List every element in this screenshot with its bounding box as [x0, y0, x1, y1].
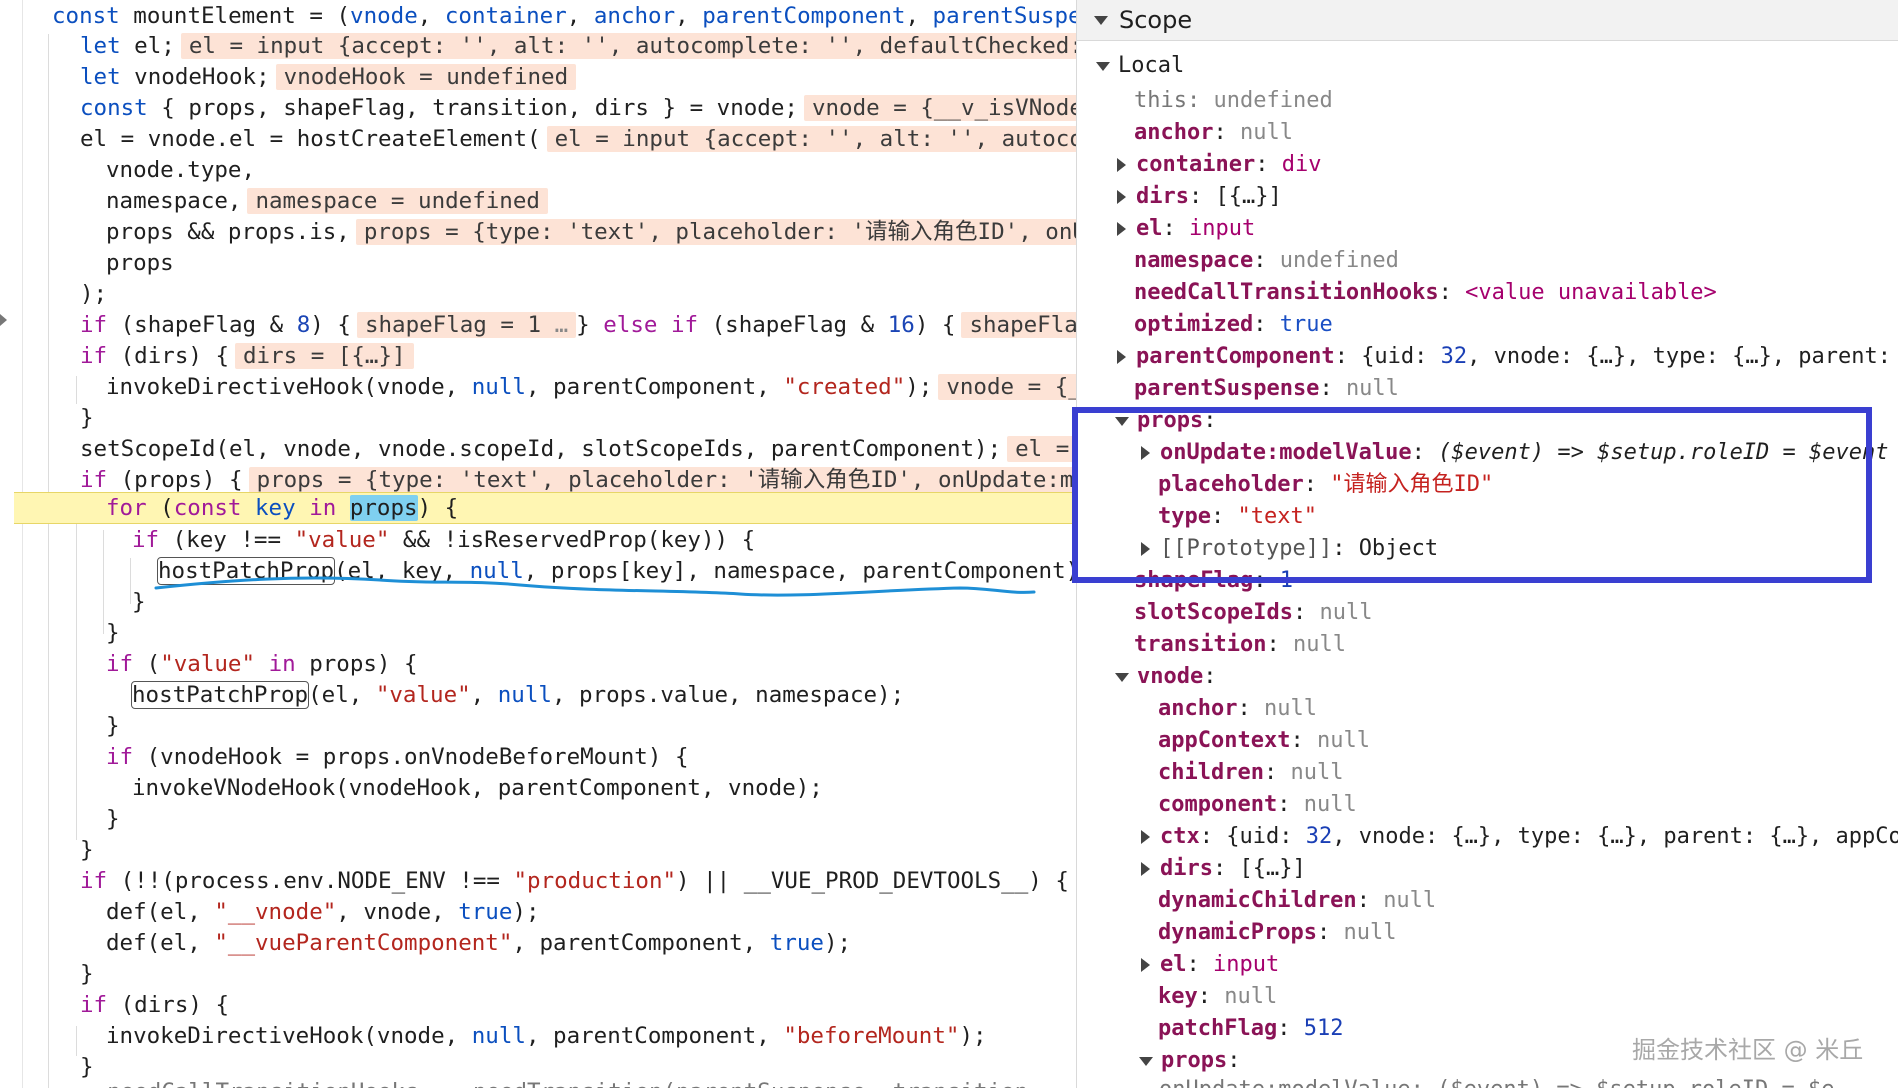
scope-var-row[interactable]: el: input — [1141, 949, 1279, 981]
chevron-right-icon[interactable] — [1141, 830, 1150, 844]
scope-var-row[interactable]: this: undefined — [1134, 85, 1333, 117]
scope-var-row[interactable]: shapeFlag: 1 — [1134, 565, 1293, 597]
chevron-right-icon[interactable] — [1141, 958, 1150, 972]
chevron-down-icon[interactable] — [1115, 672, 1129, 682]
scope-var-row[interactable]: anchor: null — [1134, 117, 1293, 149]
watermark: 掘金技术社区 @ 米丘 — [1632, 1036, 1864, 1064]
chevron-right-icon[interactable] — [1117, 222, 1126, 236]
chevron-down-icon[interactable] — [1096, 61, 1110, 71]
scope-pane[interactable]: Scope Local this: undefined anchor: null… — [1077, 0, 1898, 1088]
scope-var-row[interactable]: patchFlag: 512 — [1158, 1013, 1343, 1045]
chevron-right-icon[interactable] — [1117, 350, 1126, 364]
scope-var-row[interactable]: dynamicProps: null — [1158, 917, 1396, 949]
scope-var-row[interactable]: container: div — [1117, 149, 1321, 181]
scope-var-row[interactable]: dirs: [{…}] — [1117, 181, 1282, 213]
scope-section-header[interactable]: Scope — [1077, 0, 1898, 41]
chevron-right-icon[interactable] — [1117, 190, 1126, 204]
scope-var-row[interactable]: dirs: [{…}] — [1141, 853, 1306, 885]
scope-var-row[interactable]: anchor: null — [1158, 693, 1317, 725]
scope-var-row[interactable]: props: — [1139, 1045, 1240, 1077]
chevron-right-icon[interactable] — [1117, 158, 1126, 172]
scope-var-row[interactable]: placeholder: "请输入角色ID" — [1158, 469, 1493, 501]
scope-var-row[interactable]: type: "text" — [1158, 501, 1317, 533]
chevron-down-icon[interactable] — [1139, 1056, 1153, 1066]
scope-var-row[interactable]: dynamicChildren: null — [1158, 885, 1436, 917]
scope-var-row[interactable]: namespace: undefined — [1134, 245, 1399, 277]
scope-var-row[interactable]: parentComponent: {uid: 32, vnode: {…}, t… — [1117, 341, 1891, 373]
scope-title: Scope — [1119, 6, 1193, 34]
scope-var-row[interactable]: slotScopeIds: null — [1134, 597, 1372, 629]
source-code-pane[interactable]: const mountElement = (vnode, container, … — [0, 0, 1077, 1088]
scope-var-row[interactable]: children: null — [1158, 757, 1343, 789]
hand-drawn-underline — [154, 576, 1036, 597]
chevron-right-icon[interactable] — [1141, 446, 1150, 460]
scope-var-row[interactable]: optimized: true — [1134, 309, 1333, 341]
chevron-down-icon[interactable] — [1094, 16, 1108, 25]
scope-local-row[interactable]: Local — [1096, 50, 1184, 82]
scope-var-row-vnode[interactable]: vnode: — [1115, 661, 1216, 693]
scope-var-row[interactable]: appContext: null — [1158, 725, 1370, 757]
scope-var-row[interactable]: el: input — [1117, 213, 1255, 245]
scope-var-row[interactable]: transition: null — [1134, 629, 1346, 661]
scope-var-row[interactable]: [[Prototype]]: Object — [1141, 533, 1438, 565]
scope-var-row[interactable]: ctx: {uid: 32, vnode: {…}, type: {…}, pa… — [1141, 821, 1898, 853]
scope-var-row[interactable]: component: null — [1158, 789, 1357, 821]
chevron-right-icon[interactable] — [1141, 542, 1150, 556]
scope-var-row-props[interactable]: props: — [1115, 405, 1216, 437]
chevron-right-icon[interactable] — [1141, 862, 1150, 876]
scope-var-row-partial[interactable]: onUpdate:modelValue: ($event) => $setup.… — [1159, 1074, 1835, 1088]
scope-var-row[interactable]: needCallTransitionHooks: <value unavaila… — [1134, 277, 1717, 309]
scope-var-row[interactable]: key: null — [1158, 981, 1277, 1013]
scope-var-row[interactable]: onUpdate:modelValue: ($event) => $setup.… — [1141, 437, 1889, 469]
chevron-down-icon[interactable] — [1115, 416, 1129, 426]
scope-var-row[interactable]: parentSuspense: null — [1134, 373, 1399, 405]
